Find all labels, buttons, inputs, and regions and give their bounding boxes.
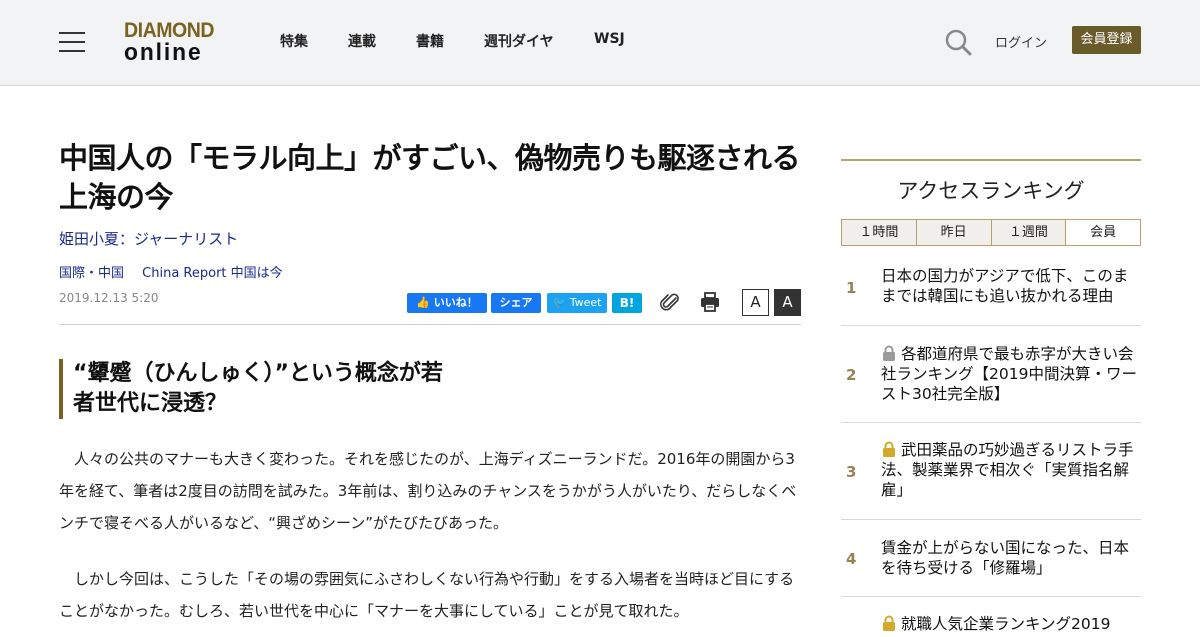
article-title: 中国人の「モラル向上」がすごい、偽物売りも駆逐される上海の今 bbox=[59, 141, 801, 214]
like-label: いいね！ bbox=[433, 296, 478, 309]
font-size-normal-button[interactable]: A bbox=[742, 289, 769, 316]
ranking-item-title: 武田薬品の巧妙過ぎるリストラ手法、製薬業界で相次ぐ「実質指名解雇」 bbox=[881, 441, 1134, 499]
ranking-item-title-wrap: 就職人気企業ランキング2019 bbox=[881, 614, 1141, 634]
ranking-top-rule bbox=[841, 159, 1141, 161]
logo-line2: online bbox=[124, 39, 203, 66]
nav-item-series[interactable]: 連載 bbox=[348, 31, 376, 51]
search-icon[interactable] bbox=[944, 28, 972, 56]
ranking-item-title: 就職人気企業ランキング2019 bbox=[901, 615, 1111, 633]
ranking-number: 4 bbox=[846, 550, 857, 568]
facebook-share-button[interactable]: シェア bbox=[491, 293, 541, 313]
category-link-china-report[interactable]: China Report 中国は今 bbox=[142, 266, 283, 281]
ranking-tabs: １時間 昨日 １週間 会員 bbox=[841, 219, 1141, 246]
paperclip-icon[interactable] bbox=[659, 291, 681, 313]
nav-item-features[interactable]: 特集 bbox=[280, 31, 308, 51]
login-link[interactable]: ログイン bbox=[995, 32, 1047, 51]
ranking-item[interactable]: 2 各都道府県で最も赤字が大きい会社ランキング【2019中間決算・ワースト30社… bbox=[841, 326, 1141, 423]
category-link-international[interactable]: 国際・中国 bbox=[59, 266, 124, 281]
nav-item-books[interactable]: 書籍 bbox=[416, 31, 444, 51]
nav-item-wsj[interactable]: WSJ bbox=[594, 31, 625, 47]
site-header: DIAMOND online 特集 連載 書籍 週刊ダイヤ WSJ ログイン 会… bbox=[0, 0, 1200, 86]
divider bbox=[59, 324, 801, 325]
print-icon[interactable] bbox=[699, 291, 721, 313]
ranking-number: 3 bbox=[846, 463, 857, 481]
thumbs-up-icon: 👍 bbox=[416, 296, 430, 309]
register-button[interactable]: 会員登録 bbox=[1072, 26, 1141, 54]
nav-item-weekly[interactable]: 週刊ダイヤ bbox=[484, 31, 554, 51]
lock-icon bbox=[883, 615, 895, 631]
lock-icon bbox=[883, 441, 895, 457]
ranking-item[interactable]: 4 賃金が上がらない国になった、日本を待ち受ける「修羅場」 bbox=[841, 520, 1141, 597]
tweet-button[interactable]: 🐦 Tweet bbox=[547, 293, 607, 313]
ranking-item[interactable]: 1 日本の国力がアジアで低下、このままでは韓国にも追い抜かれる理由 bbox=[841, 246, 1141, 326]
twitter-icon: 🐦 bbox=[552, 296, 567, 309]
ranking-item[interactable]: 就職人気企業ランキング2019 bbox=[841, 597, 1141, 637]
tab-yesterday[interactable]: 昨日 bbox=[916, 220, 992, 245]
tweet-label: Tweet bbox=[569, 296, 602, 309]
font-size-large-button[interactable]: A bbox=[774, 289, 801, 316]
article-subheading: “顰蹙（ひんしゅく）”という概念が若者世代に浸透？ bbox=[59, 359, 459, 419]
article-paragraph: しかし今回は、こうした「その場の雰囲気にふさわしくない行為や行動」をする入場者を… bbox=[59, 570, 795, 620]
ranking-item-title: 賃金が上がらない国になった、日本を待ち受ける「修羅場」 bbox=[881, 539, 1130, 577]
tab-1week[interactable]: １週間 bbox=[991, 220, 1067, 245]
ranking-item-title-wrap: 各都道府県で最も赤字が大きい会社ランキング【2019中間決算・ワースト30社完全… bbox=[881, 344, 1141, 404]
tab-1hour[interactable]: １時間 bbox=[842, 220, 917, 245]
facebook-like-button[interactable]: 👍 いいね！ bbox=[407, 293, 487, 313]
ranking-title: アクセスランキング bbox=[897, 179, 1085, 203]
ranking-number: 2 bbox=[846, 366, 857, 384]
ranking-item-title: 日本の国力がアジアで低下、このままでは韓国にも追い抜かれる理由 bbox=[881, 267, 1129, 305]
menu-icon[interactable] bbox=[59, 32, 85, 52]
lock-icon bbox=[883, 345, 895, 361]
ranking-item-title: 各都道府県で最も赤字が大きい会社ランキング【2019中間決算・ワースト30社完全… bbox=[881, 345, 1137, 403]
ranking-number: 1 bbox=[846, 279, 857, 297]
tab-members[interactable]: 会員 bbox=[1066, 220, 1140, 245]
article-categories: 国際・中国 China Report 中国は今 bbox=[59, 262, 283, 281]
article-paragraph: 人々の公共のマナーも大きく変わった。それを感じたのが、上海ディズニーランドだ。2… bbox=[59, 450, 797, 532]
hatena-bookmark-button[interactable]: B! bbox=[612, 293, 642, 313]
article-date: 2019.12.13 5:20 bbox=[59, 291, 159, 305]
site-logo[interactable]: DIAMOND online bbox=[124, 20, 228, 66]
ranking-item[interactable]: 3 武田薬品の巧妙過ぎるリストラ手法、製薬業界で相次ぐ「実質指名解雇」 bbox=[841, 423, 1141, 520]
ranking-item-title-wrap: 武田薬品の巧妙過ぎるリストラ手法、製薬業界で相次ぐ「実質指名解雇」 bbox=[881, 440, 1141, 500]
article-author[interactable]: 姫田小夏：ジャーナリスト bbox=[59, 228, 238, 249]
